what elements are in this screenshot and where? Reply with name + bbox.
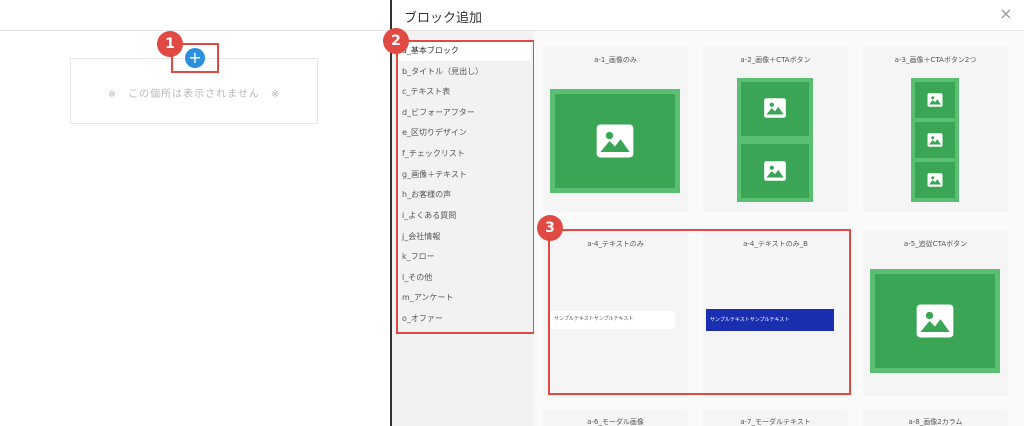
add-block-button[interactable]: + <box>185 48 205 68</box>
block-thumbnail <box>550 89 680 193</box>
block-card-a7[interactable]: a-7_モーダルテキスト <box>703 409 848 426</box>
block-card-a6[interactable]: a-6_モーダル画像 <box>543 409 688 426</box>
block-thumbnail <box>870 269 1000 373</box>
placeholder-text: ※ この個所は表示されません ※ <box>107 89 281 100</box>
block-card-a3[interactable]: a-3_画像＋CTAボタン2つ <box>863 47 1008 212</box>
modal-title: ブロック追加 <box>404 11 483 26</box>
step-badge-1: 1 <box>157 31 183 57</box>
image-icon <box>764 98 786 118</box>
block-card-a2[interactable]: a-2_画像＋CTAボタン <box>703 47 848 212</box>
image-icon <box>927 133 943 147</box>
step-badge-3: 3 <box>537 215 563 241</box>
block-title: a-7_モーダルテキスト <box>740 418 811 426</box>
step-badge-2: 2 <box>383 28 409 54</box>
block-title: a-5_追従CTAボタン <box>903 240 968 248</box>
block-title: a-1_画像のみ <box>594 56 637 64</box>
image-icon <box>764 161 786 181</box>
close-icon[interactable]: × <box>996 4 1016 24</box>
image-icon <box>916 304 954 338</box>
block-thumbnail <box>911 78 959 202</box>
editor-pane: ※ この個所は表示されません ※ + <box>0 0 390 426</box>
block-title: a-6_モーダル画像 <box>587 418 644 426</box>
block-thumbnail <box>737 78 813 202</box>
block-title: a-8_画像2カラム <box>908 418 963 426</box>
block-title: a-2_画像＋CTAボタン <box>740 56 811 64</box>
block-title: a-3_画像＋CTAボタン2つ <box>894 56 977 64</box>
image-icon <box>927 173 943 187</box>
text-blocks-highlight <box>548 229 851 395</box>
image-icon <box>596 124 634 158</box>
editor-top-divider <box>0 30 390 31</box>
block-card-a1[interactable]: a-1_画像のみ <box>543 47 688 212</box>
image-icon <box>927 93 943 107</box>
block-card-a5[interactable]: a-5_追従CTAボタン <box>863 231 1008 396</box>
block-card-a8[interactable]: a-8_画像2カラム <box>863 409 1008 426</box>
sidebar-highlight <box>396 40 535 334</box>
